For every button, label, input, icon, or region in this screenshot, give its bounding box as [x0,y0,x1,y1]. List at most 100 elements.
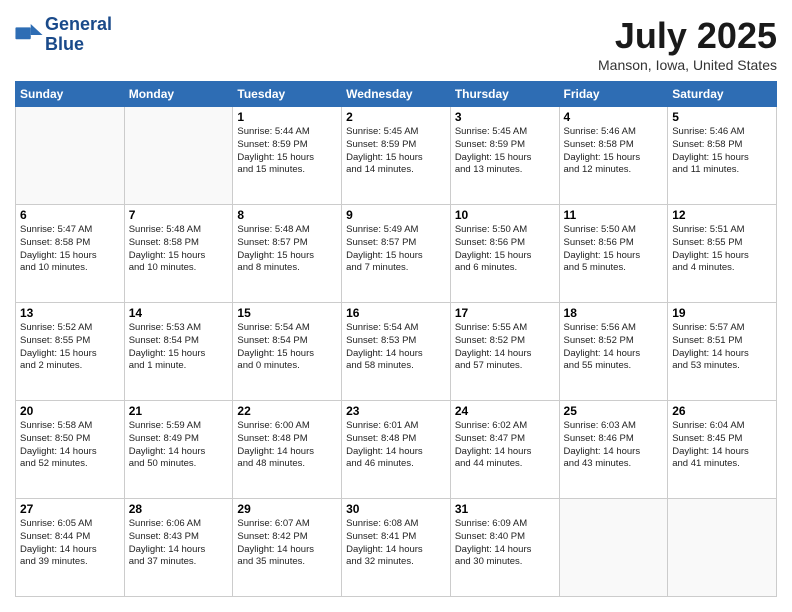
day-number: 25 [564,404,664,418]
week-row-2: 6 Sunrise: 5:47 AM Sunset: 8:58 PM Daylig… [16,205,777,303]
logo-text-line2: Blue [45,35,112,55]
cell-info: Sunrise: 5:51 AM Sunset: 8:55 PM Dayligh… [672,224,772,275]
header-tuesday: Tuesday [233,82,342,107]
day-number: 1 [237,110,337,124]
cell-info: Sunrise: 5:46 AM Sunset: 8:58 PM Dayligh… [564,126,664,177]
cell-info: Sunrise: 5:44 AM Sunset: 8:59 PM Dayligh… [237,126,337,177]
title-area: July 2025 Manson, Iowa, United States [598,15,777,73]
day-number: 30 [346,502,446,516]
cell-info: Sunrise: 5:46 AM Sunset: 8:58 PM Dayligh… [672,126,772,177]
calendar-cell: 29Sunrise: 6:07 AM Sunset: 8:42 PM Dayli… [233,499,342,597]
day-number: 6 [20,208,120,222]
cell-info: Sunrise: 6:00 AM Sunset: 8:48 PM Dayligh… [237,420,337,471]
calendar-cell: 7Sunrise: 5:48 AM Sunset: 8:58 PM Daylig… [124,205,233,303]
header-saturday: Saturday [668,82,777,107]
cell-info: Sunrise: 6:04 AM Sunset: 8:45 PM Dayligh… [672,420,772,471]
cell-info: Sunrise: 5:45 AM Sunset: 8:59 PM Dayligh… [455,126,555,177]
page: General Blue July 2025 Manson, Iowa, Uni… [0,0,792,612]
calendar-cell: 8Sunrise: 5:48 AM Sunset: 8:57 PM Daylig… [233,205,342,303]
cell-info: Sunrise: 6:06 AM Sunset: 8:43 PM Dayligh… [129,518,229,569]
header: General Blue July 2025 Manson, Iowa, Uni… [15,15,777,73]
header-thursday: Thursday [450,82,559,107]
header-friday: Friday [559,82,668,107]
day-number: 19 [672,306,772,320]
calendar-cell: 10Sunrise: 5:50 AM Sunset: 8:56 PM Dayli… [450,205,559,303]
day-number: 26 [672,404,772,418]
day-number: 18 [564,306,664,320]
calendar-cell: 28 Sunrise: 6:06 AM Sunset: 8:43 PM Dayli… [124,499,233,597]
cell-info: Sunrise: 5:54 AM Sunset: 8:54 PM Dayligh… [237,322,337,373]
day-number: 27 [20,502,120,516]
day-number: 28 [129,502,229,516]
day-number: 13 [20,306,120,320]
day-number: 17 [455,306,555,320]
calendar-cell: 16 Sunrise: 5:54 AM Sunset: 8:53 PM Dayli… [342,303,451,401]
cell-info: Sunrise: 6:08 AM Sunset: 8:41 PM Dayligh… [346,518,446,569]
calendar-table: Sunday Monday Tuesday Wednesday Thursday… [15,81,777,597]
calendar-cell: 31 Sunrise: 6:09 AM Sunset: 8:40 PM Dayli… [450,499,559,597]
calendar-cell: 20 Sunrise: 5:58 AM Sunset: 8:50 PM Dayli… [16,401,125,499]
cell-info: Sunrise: 5:59 AM Sunset: 8:49 PM Dayligh… [129,420,229,471]
location: Manson, Iowa, United States [598,57,777,73]
day-number: 16 [346,306,446,320]
cell-info: Sunrise: 5:55 AM Sunset: 8:52 PM Dayligh… [455,322,555,373]
header-wednesday: Wednesday [342,82,451,107]
week-row-3: 13 Sunrise: 5:52 AM Sunset: 8:55 PM Dayli… [16,303,777,401]
day-number: 5 [672,110,772,124]
week-row-4: 20 Sunrise: 5:58 AM Sunset: 8:50 PM Dayli… [16,401,777,499]
calendar-cell: 30 Sunrise: 6:08 AM Sunset: 8:41 PM Dayli… [342,499,451,597]
cell-info: Sunrise: 6:03 AM Sunset: 8:46 PM Dayligh… [564,420,664,471]
calendar-cell: 2 Sunrise: 5:45 AM Sunset: 8:59 PM Daylig… [342,107,451,205]
calendar-cell: 15Sunrise: 5:54 AM Sunset: 8:54 PM Dayli… [233,303,342,401]
calendar-cell: 21 Sunrise: 5:59 AM Sunset: 8:49 PM Dayli… [124,401,233,499]
day-number: 4 [564,110,664,124]
day-number: 21 [129,404,229,418]
day-number: 3 [455,110,555,124]
day-number: 22 [237,404,337,418]
calendar-cell: 4 Sunrise: 5:46 AM Sunset: 8:58 PM Daylig… [559,107,668,205]
calendar-cell: 24Sunrise: 6:02 AM Sunset: 8:47 PM Dayli… [450,401,559,499]
day-number: 29 [237,502,337,516]
cell-info: Sunrise: 6:09 AM Sunset: 8:40 PM Dayligh… [455,518,555,569]
calendar-cell [16,107,125,205]
day-number: 20 [20,404,120,418]
calendar-cell: 25 Sunrise: 6:03 AM Sunset: 8:46 PM Dayli… [559,401,668,499]
calendar-cell: 6 Sunrise: 5:47 AM Sunset: 8:58 PM Daylig… [16,205,125,303]
calendar-cell [668,499,777,597]
calendar-cell: 17 Sunrise: 5:55 AM Sunset: 8:52 PM Dayli… [450,303,559,401]
cell-info: Sunrise: 5:58 AM Sunset: 8:50 PM Dayligh… [20,420,120,471]
day-number: 24 [455,404,555,418]
day-number: 9 [346,208,446,222]
day-number: 31 [455,502,555,516]
calendar-cell: 5 Sunrise: 5:46 AM Sunset: 8:58 PM Daylig… [668,107,777,205]
calendar-cell: 19 Sunrise: 5:57 AM Sunset: 8:51 PM Dayli… [668,303,777,401]
calendar-cell: 13 Sunrise: 5:52 AM Sunset: 8:55 PM Dayli… [16,303,125,401]
cell-info: Sunrise: 5:50 AM Sunset: 8:56 PM Dayligh… [564,224,664,275]
day-number: 10 [455,208,555,222]
cell-info: Sunrise: 5:56 AM Sunset: 8:52 PM Dayligh… [564,322,664,373]
calendar-cell: 12 Sunrise: 5:51 AM Sunset: 8:55 PM Dayli… [668,205,777,303]
cell-info: Sunrise: 5:52 AM Sunset: 8:55 PM Dayligh… [20,322,120,373]
logo: General Blue [15,15,112,55]
calendar-cell: 18 Sunrise: 5:56 AM Sunset: 8:52 PM Dayli… [559,303,668,401]
calendar-cell: 27 Sunrise: 6:05 AM Sunset: 8:44 PM Dayli… [16,499,125,597]
day-number: 23 [346,404,446,418]
calendar-cell [124,107,233,205]
calendar-cell: 23Sunrise: 6:01 AM Sunset: 8:48 PM Dayli… [342,401,451,499]
calendar-cell: 14Sunrise: 5:53 AM Sunset: 8:54 PM Dayli… [124,303,233,401]
logo-icon [15,24,43,46]
cell-info: Sunrise: 5:57 AM Sunset: 8:51 PM Dayligh… [672,322,772,373]
cell-info: Sunrise: 5:54 AM Sunset: 8:53 PM Dayligh… [346,322,446,373]
calendar-cell: 3 Sunrise: 5:45 AM Sunset: 8:59 PM Daylig… [450,107,559,205]
day-number: 12 [672,208,772,222]
cell-info: Sunrise: 5:47 AM Sunset: 8:58 PM Dayligh… [20,224,120,275]
cell-info: Sunrise: 5:49 AM Sunset: 8:57 PM Dayligh… [346,224,446,275]
calendar-cell: 22 Sunrise: 6:00 AM Sunset: 8:48 PM Dayli… [233,401,342,499]
day-number: 7 [129,208,229,222]
cell-info: Sunrise: 5:45 AM Sunset: 8:59 PM Dayligh… [346,126,446,177]
calendar-cell: 11Sunrise: 5:50 AM Sunset: 8:56 PM Dayli… [559,205,668,303]
calendar-cell: 26 Sunrise: 6:04 AM Sunset: 8:45 PM Dayli… [668,401,777,499]
header-sunday: Sunday [16,82,125,107]
cell-info: Sunrise: 6:05 AM Sunset: 8:44 PM Dayligh… [20,518,120,569]
day-number: 2 [346,110,446,124]
